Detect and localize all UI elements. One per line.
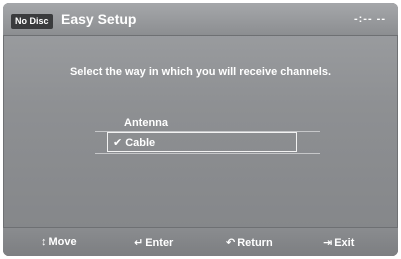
option-antenna[interactable]: Antenna [124, 117, 168, 129]
option-cable[interactable]: ✔ Cable [113, 136, 155, 149]
return-label: Return [237, 237, 273, 249]
enter-button[interactable]: ↵ Enter [134, 236, 173, 249]
page-title: Easy Setup [61, 11, 137, 27]
selection-line-bottom [95, 153, 320, 154]
exit-button[interactable]: ⇥ Exit [323, 236, 354, 249]
setup-prompt: Select the way in which you will receive… [69, 66, 332, 78]
up-down-arrow-icon: ↕ [41, 236, 47, 248]
no-disc-badge: No Disc [11, 14, 53, 29]
easy-setup-screen: No Disc Easy Setup -:-- -- Select the wa… [3, 3, 398, 256]
title-bar: No Disc Easy Setup -:-- -- [3, 3, 398, 35]
footer-bar: ↕ Move ↵ Enter ↶ Return ⇥ Exit [3, 227, 398, 256]
return-button[interactable]: ↶ Return [226, 236, 273, 249]
title-divider [3, 35, 398, 36]
return-icon: ↶ [226, 237, 236, 249]
move-hint: ↕ Move [41, 236, 77, 248]
exit-icon: ⇥ [323, 237, 333, 249]
enter-label: Enter [145, 237, 174, 249]
move-label: Move [48, 236, 77, 248]
exit-label: Exit [334, 237, 355, 249]
enter-icon: ↵ [134, 237, 144, 249]
time-display: -:-- -- [353, 13, 386, 25]
checkmark-icon: ✔ [113, 137, 123, 149]
option-cable-label: Cable [125, 137, 156, 149]
